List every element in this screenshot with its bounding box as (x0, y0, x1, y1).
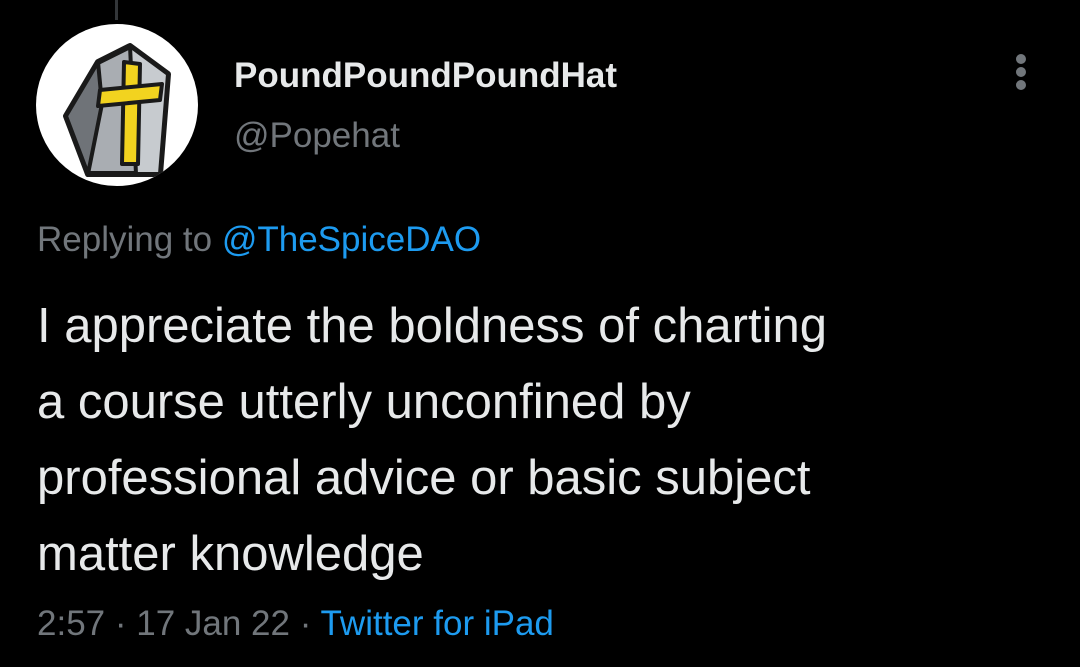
tweet-text: I appreciate the boldness of charting a … (37, 288, 1037, 592)
reply-mention-link[interactable]: @TheSpiceDAO (222, 220, 481, 259)
tweet-meta: 2:57 · 17 Jan 22 · Twitter for iPad (37, 604, 554, 644)
author-handle[interactable]: @Popehat (234, 116, 400, 156)
mitre-hat-icon (63, 43, 171, 177)
author-display-name[interactable]: PoundPoundPoundHat (234, 56, 617, 96)
tweet-time[interactable]: 2:57 (37, 604, 105, 643)
avatar[interactable] (36, 24, 198, 186)
replying-to-label: Replying to (37, 220, 213, 259)
more-options-button[interactable] (1004, 50, 1038, 94)
meta-separator: · (299, 604, 312, 643)
thread-connector-line (115, 0, 118, 20)
tweet-text-line: professional advice or basic subject (37, 451, 811, 505)
tweet-text-line: I appreciate the boldness of charting (37, 299, 827, 353)
replying-to-line: Replying to @TheSpiceDAO (37, 220, 481, 260)
tweet-source-link[interactable]: Twitter for iPad (320, 604, 553, 643)
meta-separator: · (114, 604, 127, 643)
tweet-date[interactable]: 17 Jan 22 (136, 604, 290, 643)
tweet-text-line: a course utterly unconfined by (37, 375, 691, 429)
tweet-text-line: matter knowledge (37, 527, 424, 581)
